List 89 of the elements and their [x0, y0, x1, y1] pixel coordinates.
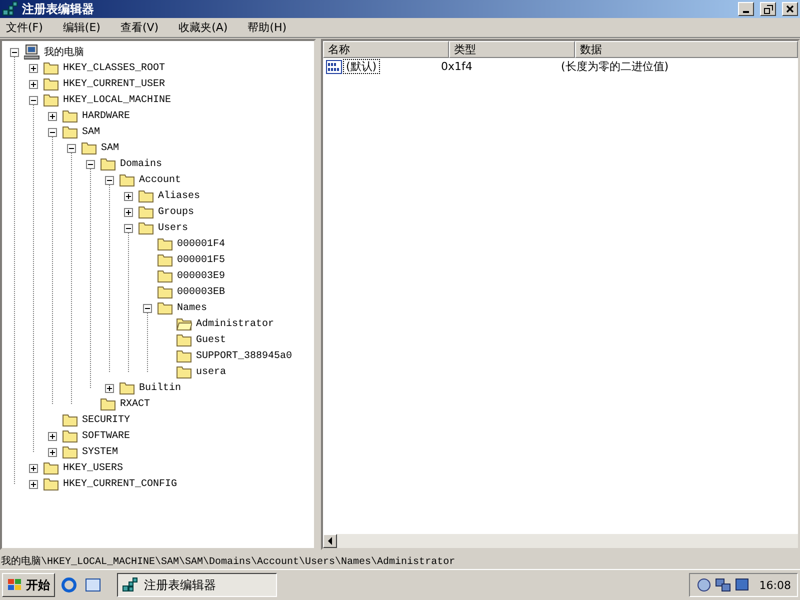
tree-item[interactable]: Names [176, 302, 208, 314]
horizontal-scrollbar[interactable] [323, 534, 798, 548]
tree-item[interactable]: SAM [100, 142, 120, 154]
column-header[interactable]: 数据 [575, 41, 798, 58]
column-header[interactable]: 名称 [323, 41, 449, 58]
value-data: (长度为零的二进位值) [561, 59, 669, 74]
collapse-button[interactable] [105, 176, 114, 184]
plus-icon [30, 464, 37, 472]
windows-flag-icon [7, 578, 23, 592]
column-header[interactable]: 类型 [449, 41, 575, 58]
value-type: 0x1f4 [441, 60, 474, 73]
restore-button[interactable] [760, 2, 776, 16]
value-name[interactable]: (默认) [344, 60, 379, 73]
clock: 16:08 [759, 578, 791, 592]
tree-item[interactable]: 000003EB [176, 286, 226, 298]
menu-item[interactable]: 文件(F) [0, 20, 49, 35]
collapse-button[interactable] [10, 48, 19, 56]
tree-item[interactable]: Groups [157, 206, 196, 218]
tree-item[interactable]: HKEY_CURRENT_USER [62, 78, 166, 90]
tree-item[interactable]: SAM [81, 126, 102, 138]
menu-item[interactable]: 编辑(E) [56, 20, 106, 35]
registry-cubes-icon [122, 577, 138, 593]
collapse-button[interactable] [48, 128, 57, 136]
network-computers-icon[interactable] [715, 577, 732, 593]
tree-item[interactable]: SOFTWARE [81, 430, 132, 442]
close-button[interactable] [782, 2, 798, 16]
plus-icon [49, 448, 56, 456]
collapse-button[interactable] [124, 224, 133, 232]
collapse-button[interactable] [67, 144, 76, 152]
collapse-button[interactable] [29, 96, 38, 104]
tree-item[interactable]: HKEY_CURRENT_CONFIG [62, 478, 178, 490]
tray-monitor-icon[interactable] [734, 577, 750, 593]
status-path-text: 我的电脑\HKEY_LOCAL_MACHINE\SAM\SAM\Domains\Account\Users\Names\Administrator [0, 554, 456, 569]
start-button[interactable]: 开始 [2, 573, 55, 597]
tree-item[interactable]: 000003E9 [176, 270, 226, 282]
plus-icon [49, 432, 56, 440]
collapse-button[interactable] [86, 160, 95, 168]
tree-item[interactable]: HKEY_USERS [62, 462, 124, 474]
expand-button[interactable] [29, 480, 38, 488]
tree-item[interactable]: Aliases [157, 190, 202, 202]
left-arrow-icon [327, 537, 333, 545]
taskbar-button[interactable]: 注册表编辑器 [117, 573, 277, 597]
plus-icon [30, 480, 37, 488]
expand-button[interactable] [48, 448, 57, 456]
plus-icon [125, 192, 132, 200]
collapse-button[interactable] [143, 304, 152, 312]
tree-item[interactable]: SUPPORT_388945a0 [195, 350, 294, 362]
menu-item[interactable]: 查看(V) [114, 20, 165, 35]
plus-icon [106, 384, 113, 392]
tree-item[interactable]: Account [138, 174, 182, 186]
desktop-icon [85, 577, 101, 593]
tree-item[interactable]: 000001F5 [176, 254, 226, 266]
expand-button[interactable] [105, 384, 114, 392]
menu-item[interactable]: 帮助(H) [242, 20, 293, 35]
expand-button[interactable] [29, 464, 38, 472]
expand-button[interactable] [29, 80, 38, 88]
registry-cubes-icon [2, 1, 18, 17]
tree-item[interactable]: usera [195, 366, 228, 378]
close-icon [786, 5, 794, 13]
tree-item[interactable]: 000001F4 [176, 238, 226, 250]
expand-button[interactable] [124, 192, 133, 200]
minimize-button[interactable] [738, 2, 754, 16]
expand-button[interactable] [124, 208, 133, 216]
plus-icon [125, 208, 132, 216]
plus-icon [30, 64, 37, 72]
expand-button[interactable] [48, 112, 57, 120]
tree-item[interactable]: HKEY_CLASSES_ROOT [62, 62, 166, 74]
scroll-left-button[interactable] [323, 534, 337, 548]
tree-item[interactable]: HKEY_LOCAL_MACHINE [62, 94, 172, 106]
expand-button[interactable] [29, 64, 38, 72]
tree-item[interactable]: HARDWARE [81, 110, 132, 122]
menu-item[interactable]: 收藏夹(A) [172, 20, 234, 35]
tree-item[interactable]: RXACT [119, 398, 152, 410]
tree-item[interactable]: SECURITY [81, 414, 132, 426]
plus-icon [30, 80, 37, 88]
expand-button[interactable] [48, 432, 57, 440]
binary-value-icon [326, 60, 342, 74]
restore-icon [764, 4, 772, 14]
tree-item[interactable]: 我的电脑 [43, 45, 85, 59]
tree-item[interactable]: Builtin [138, 382, 182, 394]
tree-item[interactable]: Domains [119, 158, 164, 170]
tree-item[interactable]: Administrator [195, 318, 276, 330]
window-title: 注册表编辑器 [22, 0, 95, 18]
plus-icon [49, 112, 56, 120]
tree-item[interactable]: Guest [195, 334, 228, 346]
browser-button[interactable] [59, 575, 79, 595]
computer-icon [24, 44, 40, 60]
tree-item[interactable]: SYSTEM [81, 446, 120, 458]
tree-item[interactable]: Users [157, 222, 190, 234]
